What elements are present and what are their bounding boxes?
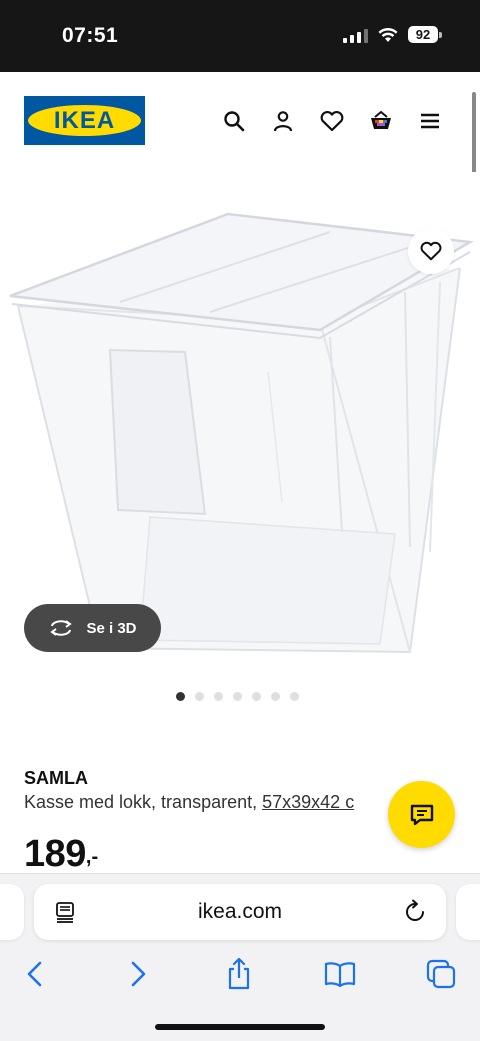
page-menu-icon[interactable] xyxy=(54,900,78,924)
carousel-dot[interactable] xyxy=(290,692,299,701)
carousel-dot[interactable] xyxy=(271,692,280,701)
book-icon xyxy=(324,962,356,988)
carousel-dot[interactable] xyxy=(195,692,204,701)
status-bar: 07:51 92 xyxy=(0,0,480,72)
wifi-icon xyxy=(378,27,398,42)
chevron-right-icon xyxy=(131,961,146,987)
ikea-logo[interactable]: IKEA xyxy=(24,96,145,145)
carousel-dot[interactable] xyxy=(233,692,242,701)
favorites-icon[interactable] xyxy=(317,106,346,135)
product-description-text: Kasse med lokk, transparent, xyxy=(24,792,263,812)
chat-button[interactable] xyxy=(388,781,455,848)
status-time: 07:51 xyxy=(62,24,119,47)
battery-icon: 92 xyxy=(408,26,442,43)
url-text: ikea.com xyxy=(197,900,283,923)
product-description: Kasse med lokk, transparent, 57x39x42 c xyxy=(24,792,354,813)
view-in-3d-button[interactable]: Se i 3D xyxy=(24,604,161,652)
rotate-3d-icon xyxy=(50,620,73,636)
reload-icon[interactable] xyxy=(402,899,428,925)
bookmarks-button[interactable] xyxy=(320,954,360,994)
account-icon[interactable] xyxy=(268,106,297,135)
add-to-favorites-button[interactable] xyxy=(408,228,454,274)
scroll-indicator xyxy=(472,92,476,178)
heart-icon xyxy=(420,241,442,261)
address-bar[interactable]: ikea.com xyxy=(34,884,446,940)
price-suffix: ,- xyxy=(85,846,99,868)
tabs-icon xyxy=(426,959,456,989)
status-icons: 92 xyxy=(343,26,442,43)
product-dimensions-link[interactable]: 57x39x42 c xyxy=(262,792,354,812)
cellular-signal-icon xyxy=(343,27,368,43)
chevron-left-icon xyxy=(27,961,42,987)
page: 07:51 92 IKEA Se i 3D SAMLA Kasse med lo… xyxy=(0,0,480,1041)
battery-level: 92 xyxy=(408,26,438,43)
carousel-dot[interactable] xyxy=(252,692,261,701)
share-icon xyxy=(228,957,250,990)
view-in-3d-label: Se i 3D xyxy=(86,619,137,637)
menu-icon[interactable] xyxy=(415,106,444,135)
logo-text: IKEA xyxy=(53,106,116,134)
product-name: SAMLA xyxy=(24,768,88,788)
share-button[interactable] xyxy=(219,954,259,994)
search-icon[interactable] xyxy=(219,106,248,135)
header-icons xyxy=(219,106,444,135)
browser-nav-bar xyxy=(0,950,480,1000)
image-carousel-dots xyxy=(176,692,299,701)
carousel-dot[interactable] xyxy=(214,692,223,701)
tabs-button[interactable] xyxy=(421,954,461,994)
back-button[interactable] xyxy=(15,954,55,994)
forward-button[interactable] xyxy=(118,954,158,994)
site-header: IKEA xyxy=(0,72,480,172)
chat-icon xyxy=(410,804,433,825)
home-indicator[interactable] xyxy=(155,1024,325,1030)
price-amount: 189 xyxy=(24,833,86,875)
basket-icon[interactable] xyxy=(366,106,395,135)
carousel-dot[interactable] xyxy=(176,692,185,701)
next-tab[interactable] xyxy=(456,884,480,940)
product-price: 189 ,- xyxy=(24,832,98,876)
previous-tab[interactable] xyxy=(0,884,24,940)
